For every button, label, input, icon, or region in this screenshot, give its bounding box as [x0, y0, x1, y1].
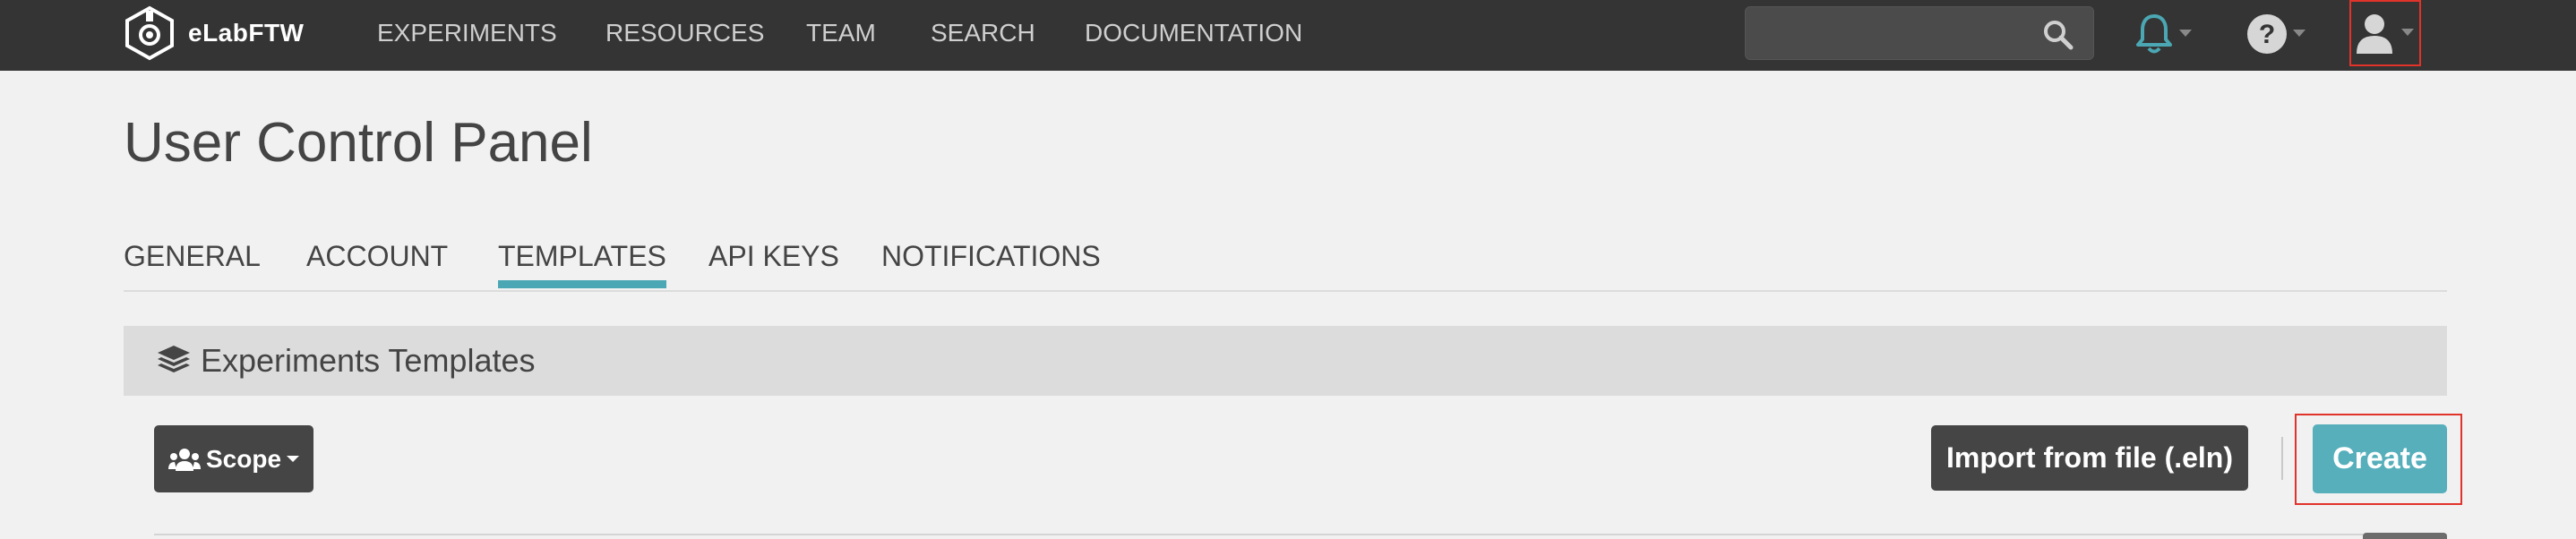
bell-icon: [2136, 14, 2172, 54]
help-dropdown[interactable]: ?: [2246, 5, 2306, 63]
scope-button[interactable]: Scope: [154, 425, 313, 492]
import-from-file-button[interactable]: Import from file (.eln): [1931, 425, 2248, 491]
search-input[interactable]: [1746, 7, 2032, 59]
create-button[interactable]: Create: [2313, 424, 2447, 493]
chevron-down-icon: [2293, 30, 2306, 37]
user-menu-dropdown[interactable]: [2349, 0, 2421, 66]
nav-link-documentation[interactable]: DOCUMENTATION: [1085, 0, 1302, 66]
tab-templates[interactable]: TEMPLATES: [498, 235, 666, 288]
user-icon: [2357, 14, 2392, 54]
help-icon: ?: [2247, 14, 2287, 54]
content-divider: [154, 534, 2447, 535]
toolbar-divider: [2281, 437, 2283, 480]
table-action-stub: [2363, 533, 2447, 539]
notifications-dropdown[interactable]: [2134, 5, 2192, 63]
svg-text:?: ?: [2259, 20, 2275, 49]
tab-bar: GENERAL ACCOUNT TEMPLATES API KEYS NOTIF…: [124, 235, 2447, 292]
chevron-down-icon: [2401, 29, 2414, 36]
layers-icon: [158, 346, 190, 372]
nav-link-search[interactable]: SEARCH: [931, 0, 1035, 66]
search-box: [1745, 6, 2094, 60]
nav-link-resources[interactable]: RESOURCES: [605, 0, 764, 66]
scope-label: Scope: [205, 444, 282, 473]
page-title: User Control Panel: [124, 112, 593, 174]
chevron-down-icon: [2179, 30, 2192, 37]
elabftw-logo-icon: [125, 5, 174, 61]
tab-account[interactable]: ACCOUNT: [306, 235, 448, 288]
tab-general[interactable]: GENERAL: [124, 235, 261, 288]
nav-link-experiments[interactable]: EXPERIMENTS: [377, 0, 557, 66]
tab-api-keys[interactable]: API KEYS: [708, 235, 839, 288]
nav-link-team[interactable]: TEAM: [806, 0, 876, 66]
brand-logo[interactable]: eLabFTW: [124, 5, 305, 61]
search-icon[interactable]: [2043, 20, 2074, 50]
chevron-down-icon: [287, 455, 300, 462]
section-title: Experiments Templates: [201, 342, 536, 379]
brand-name: eLabFTW: [188, 19, 305, 47]
top-navbar: eLabFTW EXPERIMENTS RESOURCES TEAM SEARC…: [0, 0, 2576, 71]
tab-notifications[interactable]: NOTIFICATIONS: [881, 235, 1101, 288]
users-icon: [167, 448, 201, 471]
section-header: Experiments Templates: [124, 326, 2447, 396]
